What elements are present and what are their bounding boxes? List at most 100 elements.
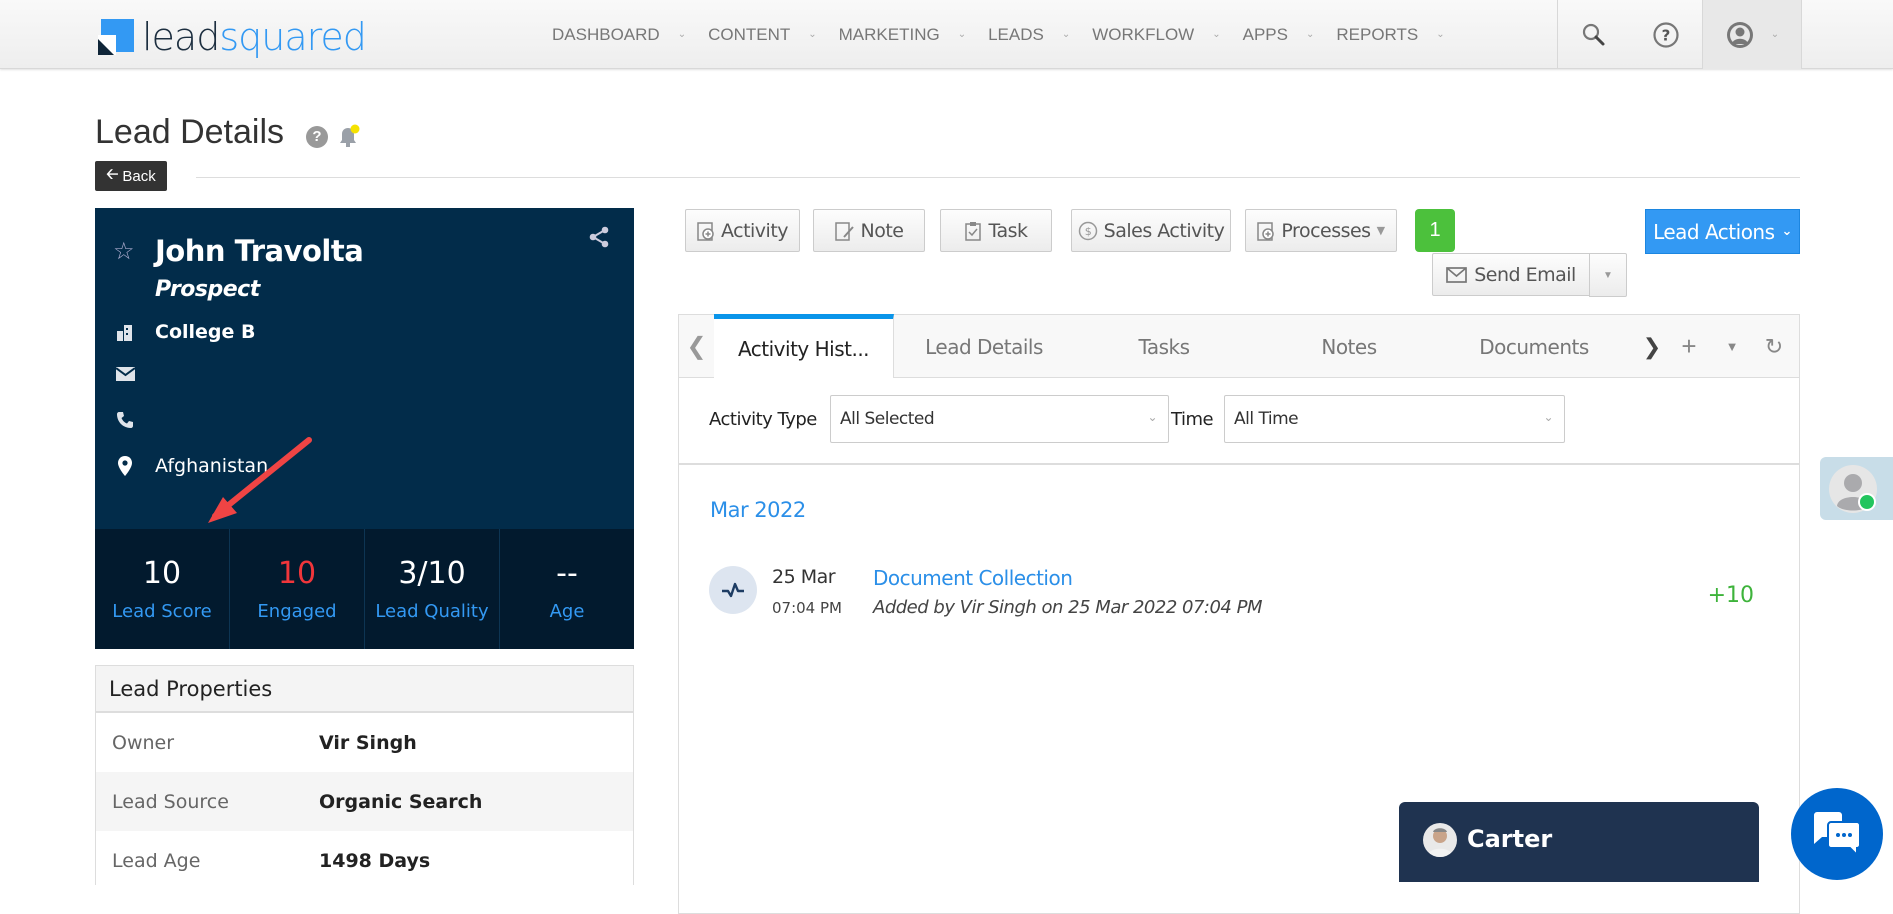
processes-dropdown-button[interactable]: Processes ▼ xyxy=(1245,209,1397,252)
help-icon[interactable]: ? xyxy=(306,126,328,148)
help-button[interactable]: ? xyxy=(1630,0,1702,69)
activity-type-select[interactable]: All Selected ⌄ xyxy=(830,395,1169,443)
back-button[interactable]: 🡠 Back xyxy=(95,161,167,191)
stat-lead-score[interactable]: 10 Lead Score xyxy=(95,529,230,649)
send-email-options-button[interactable]: ▼ xyxy=(1589,253,1627,297)
tab-documents[interactable]: Documents xyxy=(1444,315,1624,378)
stat-value: 10 xyxy=(142,556,182,591)
chat-bubbles-icon xyxy=(1814,812,1861,856)
location-pin-icon xyxy=(113,456,137,476)
page-title: Lead Details xyxy=(95,113,285,151)
chat-agent-card[interactable]: Carter xyxy=(1399,802,1759,882)
nav-leads[interactable]: LEADS ⌄ xyxy=(988,25,1070,45)
stat-lead-quality[interactable]: 3/10 Lead Quality xyxy=(365,529,500,649)
nav-marketing[interactable]: MARKETING ⌄ xyxy=(839,25,966,45)
property-value: Vir Singh xyxy=(319,731,417,754)
property-row-owner: Owner Vir Singh xyxy=(96,713,633,772)
add-activity-button[interactable]: Activity xyxy=(685,209,800,252)
profile-menu-button[interactable]: ⌄ xyxy=(1702,0,1802,69)
help-icon: ? xyxy=(1653,21,1679,48)
stat-engaged[interactable]: 10 Engaged xyxy=(230,529,365,649)
logo-mark-icon xyxy=(98,19,134,55)
stat-label: Lead Quality xyxy=(375,601,489,622)
lead-stage: Prospect xyxy=(155,277,260,302)
search-button[interactable] xyxy=(1558,0,1630,69)
add-tab-icon[interactable]: + xyxy=(1674,315,1704,378)
lead-location: Afghanistan xyxy=(155,455,269,477)
chevron-down-icon: ⌄ xyxy=(1061,29,1071,40)
add-task-button[interactable]: Task xyxy=(940,209,1052,252)
tab-menu-caret-icon[interactable]: ▼ xyxy=(1717,315,1747,378)
chevron-down-icon: ⌄ xyxy=(1305,29,1315,40)
nav-content[interactable]: CONTENT ⌄ xyxy=(708,25,817,45)
chevron-down-icon: ⌄ xyxy=(1770,29,1780,40)
logo-text-squared: squared xyxy=(219,15,367,59)
logo-text-lead: lead xyxy=(142,15,220,59)
lead-actions-button[interactable]: Lead Actions ⌄ xyxy=(1645,209,1800,254)
chevron-down-icon: ⌄ xyxy=(1436,29,1445,40)
pending-count-badge[interactable]: 1 xyxy=(1415,209,1455,252)
stat-age[interactable]: -- Age xyxy=(500,529,634,649)
nav-apps[interactable]: APPS ⌄ xyxy=(1243,25,1315,45)
open-chat-button[interactable] xyxy=(1791,788,1883,880)
stat-value: -- xyxy=(556,556,578,591)
lead-properties-panel: Lead Properties Owner Vir Singh Lead Sou… xyxy=(95,665,634,890)
leadsquared-logo[interactable]: leadsquared xyxy=(98,15,367,59)
caret-down-icon: ▼ xyxy=(1376,224,1385,237)
chat-agent-name: Carter xyxy=(1467,825,1553,853)
stat-label: Engaged xyxy=(257,601,337,622)
notification-bell-icon[interactable] xyxy=(337,124,361,150)
property-value: 1498 Days xyxy=(319,849,431,872)
add-note-button[interactable]: Note xyxy=(813,209,925,252)
star-icon[interactable]: ☆ xyxy=(113,237,135,266)
property-value: Organic Search xyxy=(319,790,483,813)
tab-scroll-left-icon[interactable]: ❮ xyxy=(679,315,714,378)
chevron-down-icon: ⌄ xyxy=(1781,224,1793,239)
search-icon xyxy=(1582,23,1605,45)
nav-dashboard[interactable]: DASHBOARD ⌄ xyxy=(552,25,686,45)
time-select[interactable]: All Time ⌄ xyxy=(1224,395,1565,443)
activity-type-label: Activity Type xyxy=(709,409,817,430)
user-avatar-icon xyxy=(1829,465,1877,513)
lead-stats-bar: 10 Lead Score 10 Engaged 3/10 Lead Quali… xyxy=(95,529,634,649)
caret-down-icon: ▼ xyxy=(1603,269,1613,281)
chevron-down-icon: ⌄ xyxy=(957,29,967,40)
nav-workflow[interactable]: WORKFLOW ⌄ xyxy=(1092,25,1220,45)
lead-company-row: College B xyxy=(113,321,256,343)
process-add-icon xyxy=(1257,221,1275,241)
lead-company: College B xyxy=(155,321,256,343)
stat-label: Lead Score xyxy=(112,601,212,622)
chevron-down-icon: ⌄ xyxy=(677,29,687,40)
user-profile-icon xyxy=(1726,21,1753,48)
lead-phone-row xyxy=(113,411,155,429)
property-row-lead-source: Lead Source Organic Search xyxy=(96,772,633,831)
share-icon[interactable] xyxy=(588,226,610,253)
activity-date: 25 Mar xyxy=(772,566,836,588)
tab-scroll-right-icon[interactable]: ❯ xyxy=(1637,315,1667,378)
stat-value: 3/10 xyxy=(398,556,466,591)
arrow-left-icon: 🡠 xyxy=(106,165,119,183)
tab-tasks[interactable]: Tasks xyxy=(1074,315,1254,378)
tab-activity-history[interactable]: Activity Hist... xyxy=(714,314,894,378)
activity-pulse-icon xyxy=(709,566,757,614)
lead-summary-card: ☆ John Travolta Prospect College B Afgha… xyxy=(95,208,634,649)
nav-reports[interactable]: REPORTS ⌄ xyxy=(1336,25,1444,45)
tab-lead-details[interactable]: Lead Details xyxy=(894,315,1074,378)
sales-activity-button[interactable]: $ Sales Activity xyxy=(1071,209,1231,252)
presence-widget[interactable] xyxy=(1820,457,1893,520)
refresh-icon[interactable]: ↻ xyxy=(1759,315,1789,378)
note-icon xyxy=(834,221,855,241)
lead-name: John Travolta xyxy=(155,234,364,268)
tab-notes[interactable]: Notes xyxy=(1259,315,1439,378)
lead-location-row: Afghanistan xyxy=(113,455,268,477)
lead-email-row xyxy=(113,367,155,381)
main-nav-menu: DASHBOARD ⌄ CONTENT ⌄ MARKETING ⌄ LEADS ⌄ WO… xyxy=(552,0,1467,69)
activity-time: 07:04 PM xyxy=(772,599,842,617)
chevron-down-icon: ⌄ xyxy=(1212,29,1221,40)
send-email-button[interactable]: Send Email xyxy=(1432,253,1590,296)
nav-icon-group: ? ⌄ xyxy=(1557,0,1802,69)
title-divider xyxy=(196,177,1800,178)
svg-text:$: $ xyxy=(1084,225,1091,238)
activity-title-link[interactable]: Document Collection xyxy=(873,566,1073,590)
timeline-item: 25 Mar 07:04 PM Document Collection Adde… xyxy=(709,555,1769,625)
